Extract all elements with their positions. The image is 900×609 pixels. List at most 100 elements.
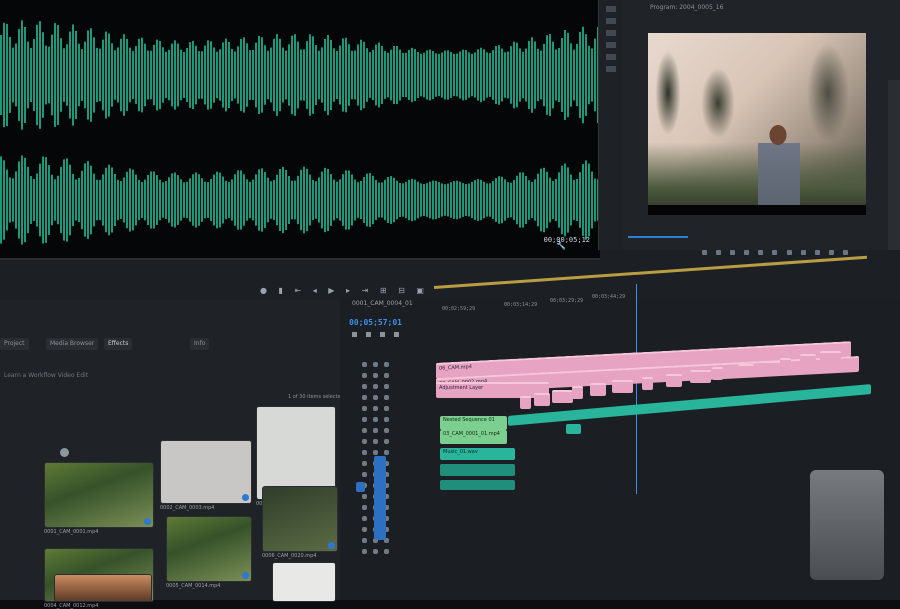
clip-segment[interactable] (534, 392, 550, 406)
media-thumbnail[interactable] (160, 440, 252, 504)
timeline-timecode[interactable]: 00;05;57;01 (349, 318, 402, 327)
linked-selection-icon[interactable] (366, 332, 371, 337)
waveform-bar (195, 45, 197, 105)
go-to-in-icon[interactable]: ⇤ (294, 286, 301, 295)
track-header-row[interactable] (362, 539, 395, 554)
media-thumbnail[interactable] (262, 486, 338, 552)
mark-in-icon[interactable] (702, 250, 707, 255)
snap-icon[interactable] (352, 332, 357, 337)
waveform-bar (498, 45, 500, 105)
tab-info[interactable]: Info (190, 338, 210, 350)
clip-segment[interactable] (666, 373, 682, 387)
clip-segment[interactable] (612, 380, 633, 393)
waveform-bar (159, 179, 161, 221)
tab-media-browser[interactable]: Media Browser (46, 338, 99, 350)
track-header-row[interactable] (362, 429, 395, 444)
track-header-row[interactable] (362, 440, 395, 455)
time-ruler[interactable]: 00;02;59;29 00;03;14;29 00;03;29;29 00;0… (432, 290, 872, 312)
mark-out-icon[interactable] (716, 250, 722, 255)
track-header-row[interactable] (362, 363, 395, 378)
media-thumbnail[interactable] (54, 574, 152, 602)
add-marker-icon[interactable] (380, 332, 385, 337)
track-targeting-column[interactable] (374, 456, 386, 540)
go-to-in-icon[interactable] (730, 250, 736, 255)
toggle-output-icon[interactable] (373, 549, 378, 554)
clip-v1[interactable]: 03_CAM_0001_01.mp4 (440, 430, 507, 444)
mark-out-icon[interactable]: ▮ (279, 286, 283, 295)
clip-segment[interactable] (738, 364, 754, 377)
go-to-out-icon[interactable]: ⇥ (362, 286, 369, 295)
track-header-row[interactable] (362, 385, 395, 400)
tab-effects[interactable]: Effects (104, 338, 133, 350)
waveform-bar (177, 175, 179, 225)
clip-segment[interactable] (572, 386, 583, 400)
waveform-bar (21, 20, 23, 130)
clip-music[interactable]: Music_01.wav (440, 448, 515, 460)
clip-segment[interactable] (690, 370, 711, 384)
clip-segment[interactable] (712, 367, 723, 381)
waveform-bar (459, 51, 461, 99)
overwrite-icon[interactable]: ⊟ (398, 286, 405, 295)
clip-nested[interactable]: Nested Sequence 01 (440, 416, 507, 430)
waveform-bar (30, 47, 32, 103)
clip-segment[interactable] (800, 354, 816, 368)
waveform-bar (366, 48, 368, 102)
export-frame-icon[interactable] (828, 250, 834, 255)
clip-segment[interactable] (520, 396, 531, 409)
export-frame-icon[interactable]: ▣ (416, 286, 424, 295)
step-back-icon[interactable]: ◂ (313, 286, 317, 295)
search-icon[interactable] (60, 448, 69, 457)
ripple-edit-icon[interactable] (606, 30, 616, 36)
track-header-row[interactable] (362, 374, 395, 389)
step-back-icon[interactable] (744, 250, 750, 255)
sequence-tab[interactable]: 0001_CAM_0004_01 (352, 300, 413, 307)
wrench-icon[interactable] (394, 332, 399, 337)
mark-in-icon[interactable]: ● (260, 286, 267, 295)
track-header-row[interactable] (362, 352, 395, 367)
pen-tool-icon[interactable] (606, 66, 616, 72)
source-patch[interactable] (356, 482, 365, 492)
clip-segment[interactable] (820, 351, 841, 365)
clip-segment[interactable] (642, 376, 653, 390)
clip-segment[interactable] (760, 360, 781, 374)
waveform-bar (237, 170, 239, 230)
program-scrub-bar[interactable] (628, 236, 688, 238)
tab-project[interactable]: Project (0, 338, 29, 350)
track-select-icon[interactable] (606, 18, 616, 24)
track-header-row[interactable] (362, 396, 395, 411)
clip-segment[interactable] (780, 357, 791, 371)
waveform-bar (246, 43, 248, 107)
razor-tool-icon[interactable] (606, 42, 616, 48)
extract-icon[interactable] (814, 250, 820, 255)
step-forward-icon[interactable] (772, 250, 778, 255)
slip-tool-icon[interactable] (606, 54, 616, 60)
waveform-bar (450, 182, 452, 218)
waveform-bar (291, 180, 293, 220)
waveform-bar (588, 163, 590, 237)
insert-icon[interactable]: ⊞ (380, 286, 387, 295)
playhead[interactable] (636, 284, 637, 494)
clip-adjustment[interactable]: Adjustment Layer (436, 382, 549, 398)
waveform-bar (312, 180, 314, 220)
clip-segment[interactable] (590, 383, 606, 397)
selection-tool-icon[interactable] (606, 6, 616, 12)
clip-music-2[interactable] (440, 464, 515, 476)
play-icon[interactable] (758, 250, 764, 255)
lock-icon[interactable] (362, 549, 367, 554)
clip-music-3[interactable] (440, 480, 515, 490)
program-monitor-title[interactable]: Program: 2004_0005_16 (650, 4, 723, 11)
media-thumbnail[interactable] (166, 516, 252, 582)
audio-waveform-panel[interactable]: 🔧 00;00;05;12 (0, 0, 600, 260)
track-header-row[interactable] (362, 418, 395, 433)
track-header-row[interactable] (362, 407, 395, 422)
clip-segment[interactable] (552, 389, 573, 403)
mute-icon[interactable] (384, 549, 389, 554)
go-to-out-icon[interactable] (786, 250, 792, 255)
settings-icon[interactable] (842, 250, 848, 255)
clip-audio-short[interactable] (566, 424, 581, 434)
media-thumbnail[interactable] (44, 462, 154, 528)
lift-icon[interactable] (800, 250, 806, 255)
media-thumbnail[interactable] (272, 562, 336, 602)
step-forward-icon[interactable]: ▸ (346, 286, 350, 295)
play-icon[interactable]: ▶ (328, 286, 334, 295)
